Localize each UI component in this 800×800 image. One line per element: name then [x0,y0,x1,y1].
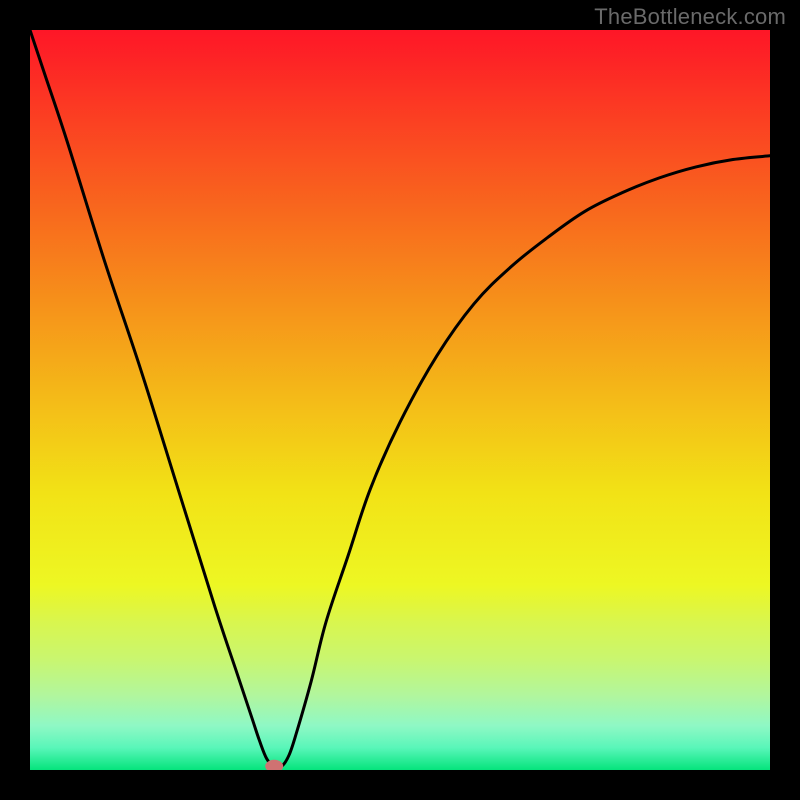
bottleneck-chart [30,30,770,770]
gradient-background [30,30,770,770]
chart-frame: TheBottleneck.com [0,0,800,800]
watermark-text: TheBottleneck.com [594,4,786,30]
plot-area [30,30,770,770]
